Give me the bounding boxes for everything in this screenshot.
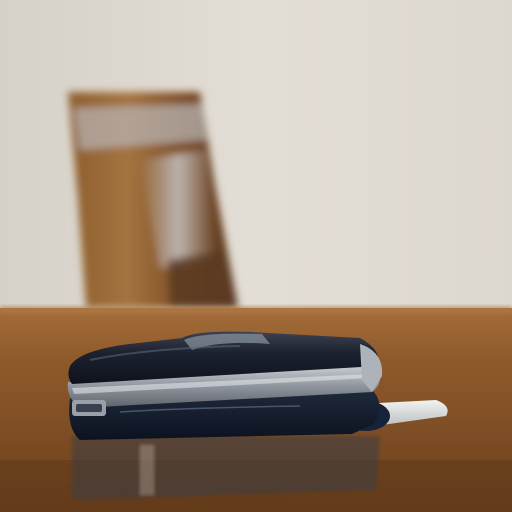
- photo-illustration: [0, 0, 512, 512]
- photo-scene: [0, 0, 512, 512]
- phone-reflection: [72, 436, 380, 500]
